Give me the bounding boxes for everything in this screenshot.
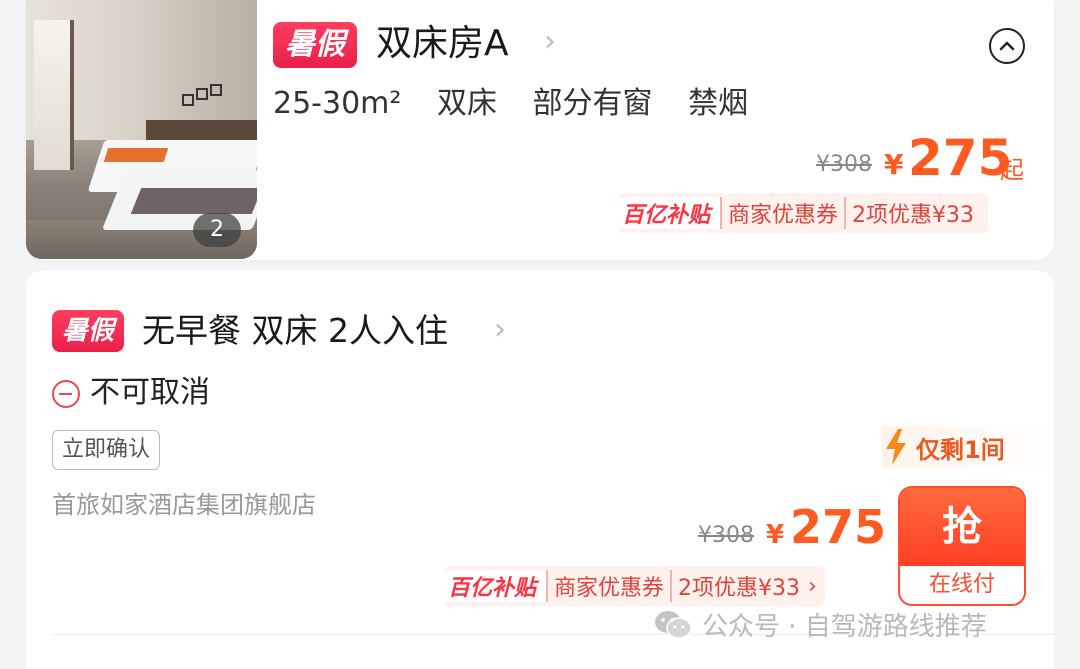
discount-summary: 2项优惠¥33	[670, 570, 806, 602]
chevron-right-icon[interactable]: ›	[494, 312, 506, 347]
currency-symbol: ¥	[766, 520, 785, 550]
chevron-right-icon[interactable]: ›	[544, 24, 556, 59]
merchant-coupon: 商家优惠券	[546, 570, 670, 602]
window-info: 部分有窗	[532, 86, 653, 121]
pay-online-label: 在线付	[928, 572, 995, 597]
chevron-up-icon	[999, 41, 1015, 51]
room-card[interactable]: 2 暑假 双床房A › 25-30m² 双床 部分有窗 禁烟 ¥308 ¥ 27…	[26, 0, 1054, 260]
summer-tag: 暑假	[273, 22, 357, 68]
smoking-policy: 禁烟	[688, 86, 749, 121]
collapse-button[interactable]	[989, 28, 1025, 64]
lightning-icon	[886, 429, 906, 465]
original-price: ¥308	[816, 152, 872, 177]
room-photo[interactable]: 2	[26, 0, 257, 259]
currency-symbol: ¥	[884, 148, 904, 181]
instant-confirm-tag: 立即确认	[52, 430, 161, 470]
plan-price: 275	[790, 500, 887, 554]
book-button[interactable]: 抢 在线付	[898, 486, 1026, 606]
photo-window	[34, 20, 74, 170]
promo-bar[interactable]: 百亿补贴 商家优惠券 2项优惠¥33	[618, 193, 989, 233]
bed-type: 双床	[436, 86, 497, 121]
photo-throw	[130, 188, 257, 214]
stock-badge: 仅剩1间	[882, 426, 1054, 468]
no-cancel-icon	[52, 380, 80, 408]
watermark: 公众号 · 自驾游路线推荐	[654, 606, 987, 643]
cancel-policy: 不可取消	[90, 375, 210, 410]
photo-frames	[182, 84, 226, 108]
promo-bar[interactable]: 百亿补贴 商家优惠券 2项优惠¥33 ›	[444, 566, 825, 606]
original-price: ¥308	[698, 523, 754, 548]
baiyi-subsidy-logo: 百亿补贴	[444, 570, 547, 602]
store-name[interactable]: 首旅如家酒店集团旗舰店	[52, 488, 316, 522]
chevron-right-icon: ›	[808, 573, 817, 599]
rate-plan-title[interactable]: 无早餐 双床 2人入住	[142, 308, 448, 354]
summer-tag: 暑假	[52, 310, 124, 352]
baiyi-subsidy-logo: 百亿补贴	[618, 197, 721, 229]
wechat-icon	[655, 610, 692, 639]
room-attributes: 25-30m² 双床 部分有窗 禁烟	[273, 84, 774, 124]
room-price: 275	[908, 129, 1013, 187]
price-from-suffix: 起	[1000, 156, 1024, 184]
book-button-label: 抢	[900, 488, 1024, 566]
photo-count-badge: 2	[193, 213, 241, 247]
discount-summary: 2项优惠¥33	[844, 197, 980, 229]
watermark-text: 公众号 · 自驾游路线推荐	[702, 612, 987, 642]
merchant-coupon: 商家优惠券	[720, 197, 844, 229]
room-size: 25-30m²	[273, 86, 402, 121]
room-title[interactable]: 双床房A	[376, 20, 509, 68]
stock-text: 仅剩1间	[916, 435, 1005, 464]
photo-throw	[103, 148, 169, 162]
